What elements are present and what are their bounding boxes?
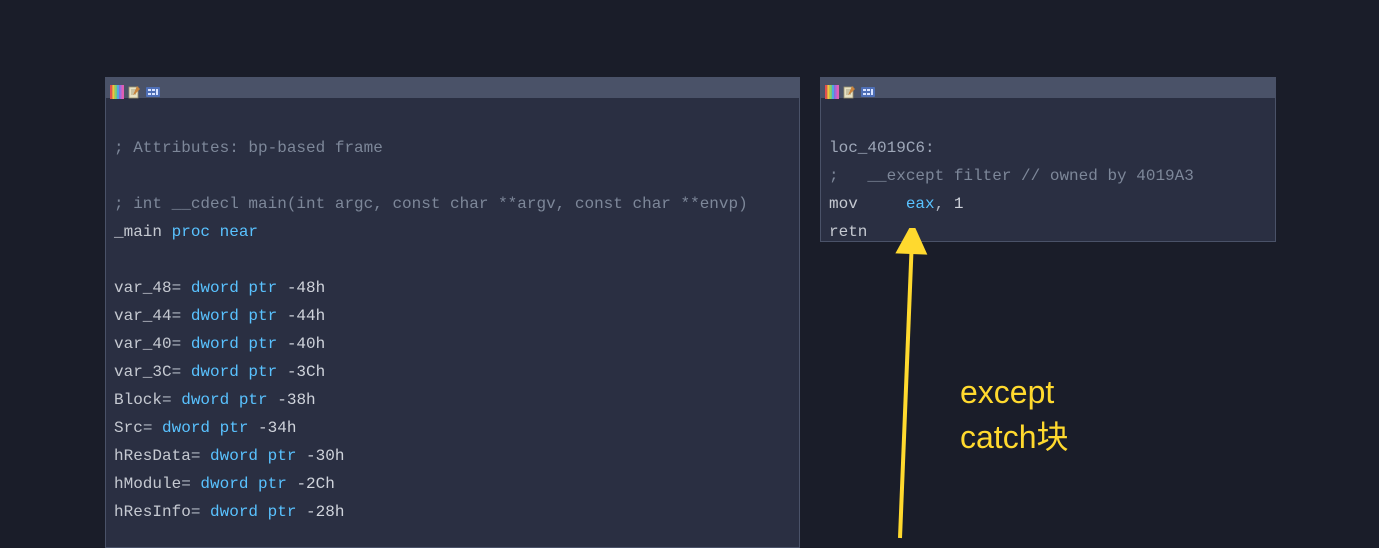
code-token: dword ptr <box>191 335 287 353</box>
code-line[interactable]: retn <box>829 218 1267 246</box>
code-line[interactable]: hModule= dword ptr -2Ch <box>114 470 791 498</box>
paper-pencil-icon[interactable] <box>128 81 142 95</box>
annotation-text: except catch块 <box>960 370 1069 460</box>
code-token: -44h <box>287 307 325 325</box>
code-line[interactable]: loc_4019C6: <box>829 134 1267 162</box>
panel-header[interactable] <box>106 78 799 98</box>
code-line[interactable]: Src= dword ptr -34h <box>114 414 791 442</box>
code-token: ; int __cdecl main(int argc, const char … <box>114 195 748 213</box>
code-token: dword ptr <box>191 363 287 381</box>
code-token: -40h <box>287 335 325 353</box>
code-token: -48h <box>287 279 325 297</box>
code-token: , <box>935 195 954 213</box>
code-line[interactable]: var_48= dword ptr -48h <box>114 274 791 302</box>
code-line[interactable]: Block= dword ptr -38h <box>114 386 791 414</box>
panel-body-left[interactable]: ; Attributes: bp-based frame ; int __cde… <box>106 98 799 526</box>
code-token: var_40 <box>114 335 172 353</box>
code-token: -2Ch <box>296 475 334 493</box>
code-token: dword ptr <box>162 419 258 437</box>
code-token: -38h <box>277 391 315 409</box>
code-token: Block <box>114 391 162 409</box>
code-line[interactable]: var_3C= dword ptr -3Ch <box>114 358 791 386</box>
code-line[interactable]: hResData= dword ptr -30h <box>114 442 791 470</box>
code-token: loc_4019C6: <box>829 139 935 157</box>
code-line[interactable] <box>829 106 1267 134</box>
code-token: 1 <box>954 195 964 213</box>
code-token: = <box>143 419 162 437</box>
code-token: = <box>191 447 210 465</box>
code-line[interactable]: var_40= dword ptr -40h <box>114 330 791 358</box>
code-token: dword ptr <box>200 475 296 493</box>
code-token: dword ptr <box>210 447 306 465</box>
code-token: = <box>181 475 200 493</box>
color-stripes-icon[interactable] <box>110 81 124 95</box>
code-token: -28h <box>306 503 344 521</box>
code-line[interactable]: var_44= dword ptr -44h <box>114 302 791 330</box>
code-token: hModule <box>114 475 181 493</box>
code-line[interactable] <box>114 106 791 134</box>
code-line[interactable]: _main proc near <box>114 218 791 246</box>
code-line[interactable] <box>114 162 791 190</box>
hex-bytes-icon[interactable] <box>146 81 160 95</box>
code-token: ; Attributes: bp-based frame <box>114 139 383 157</box>
code-token: proc near <box>172 223 258 241</box>
code-token: dword ptr <box>210 503 306 521</box>
disasm-panel-main: ; Attributes: bp-based frame ; int __cde… <box>105 77 800 548</box>
code-line[interactable]: mov eax, 1 <box>829 190 1267 218</box>
code-token: = <box>172 307 191 325</box>
code-token: dword ptr <box>191 279 287 297</box>
code-token: var_44 <box>114 307 172 325</box>
code-line[interactable]: hResInfo= dword ptr -28h <box>114 498 791 526</box>
color-stripes-icon[interactable] <box>825 81 839 95</box>
code-line[interactable] <box>114 246 791 274</box>
code-token: = <box>172 279 191 297</box>
code-token: hResInfo <box>114 503 191 521</box>
code-token: dword ptr <box>181 391 277 409</box>
disasm-panel-except: loc_4019C6: ; __except filter // owned by… <box>820 77 1276 242</box>
code-token: _main <box>114 223 172 241</box>
panel-header[interactable] <box>821 78 1275 98</box>
panel-body-right[interactable]: loc_4019C6: ; __except filter // owned by… <box>821 98 1275 246</box>
code-token: = <box>172 335 191 353</box>
code-token: Src <box>114 419 143 437</box>
code-token: var_48 <box>114 279 172 297</box>
annotation-line1: except <box>960 370 1069 415</box>
hex-bytes-icon[interactable] <box>861 81 875 95</box>
code-line[interactable]: ; int __cdecl main(int argc, const char … <box>114 190 791 218</box>
code-token: retn <box>829 223 867 241</box>
code-token: -34h <box>258 419 296 437</box>
code-token: ; __except filter // owned by 4019A3 <box>829 167 1194 185</box>
paper-pencil-icon[interactable] <box>843 81 857 95</box>
code-token: = <box>172 363 191 381</box>
code-token: = <box>162 391 181 409</box>
code-token: var_3C <box>114 363 172 381</box>
code-token: -30h <box>306 447 344 465</box>
code-token: -3Ch <box>287 363 325 381</box>
annotation-arrow <box>880 228 960 548</box>
code-token: = <box>191 503 210 521</box>
code-token: mov <box>829 195 906 213</box>
code-token: dword ptr <box>191 307 287 325</box>
code-line[interactable]: ; Attributes: bp-based frame <box>114 134 791 162</box>
code-token: eax <box>906 195 935 213</box>
code-token: hResData <box>114 447 191 465</box>
annotation-line2: catch块 <box>960 415 1069 460</box>
code-line[interactable]: ; __except filter // owned by 4019A3 <box>829 162 1267 190</box>
